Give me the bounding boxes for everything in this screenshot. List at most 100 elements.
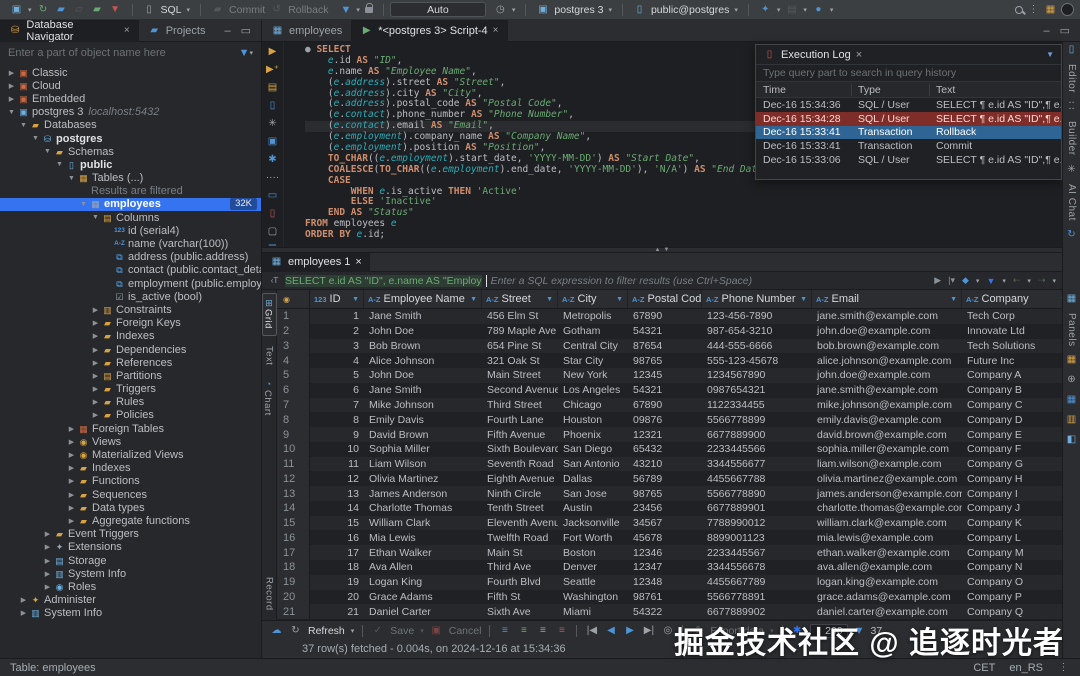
grid-cell[interactable]: alice.johnson@example.com	[812, 353, 962, 368]
grid-cell[interactable]: Eleventh Avenue	[482, 516, 558, 531]
grid-cell[interactable]: david.brown@example.com	[812, 427, 962, 442]
chevron-down-icon[interactable]: ▼	[90, 214, 101, 221]
chevron-right-icon[interactable]: ▶	[90, 346, 101, 354]
chevron-right-icon[interactable]: ▶	[66, 451, 77, 459]
grid-cell[interactable]: 87654	[628, 339, 702, 354]
chevron-right-icon[interactable]: ▶	[66, 504, 77, 512]
chevron-right-icon[interactable]: ▶	[42, 583, 53, 591]
tree-item-foreign-tables[interactable]: ▶▦Foreign Tables	[0, 422, 261, 435]
tree-item-is-active-bool-[interactable]: ☑is_active (bool)	[0, 290, 261, 303]
chevron-right-icon[interactable]: ▶	[90, 372, 101, 380]
grid-cell[interactable]: Third Ave	[482, 560, 558, 575]
sort-chevron-icon[interactable]: ▼	[616, 296, 623, 303]
detach-icon[interactable]: ▱	[73, 4, 86, 16]
grid-cell[interactable]: Company Q	[962, 604, 1062, 619]
grid-cell[interactable]: 654 Pine St	[482, 339, 558, 354]
grid-cell[interactable]: Second Avenue	[482, 383, 558, 398]
grid-cell[interactable]: 1122334455	[702, 398, 812, 413]
code-line[interactable]: ELSE 'Inactive'	[305, 197, 1062, 208]
grid-cell[interactable]: 45678	[628, 530, 702, 545]
grid-cell[interactable]: 67890	[628, 398, 702, 413]
chevron-right-icon[interactable]: ▶	[90, 332, 101, 340]
grid-cell[interactable]: mia.lewis@example.com	[812, 530, 962, 545]
grid-cell[interactable]: Grace Adams	[364, 590, 482, 605]
grid-cell[interactable]: Mia Lewis	[364, 530, 482, 545]
grid-cell[interactable]: 43210	[628, 457, 702, 472]
grid-cell[interactable]: 65432	[628, 442, 702, 457]
chevron-right-icon[interactable]: ▶	[66, 491, 77, 499]
grid-cell[interactable]: Alice Johnson	[364, 353, 482, 368]
tree-item-administer[interactable]: ▶✦Administer	[0, 594, 261, 607]
history-icon[interactable]: ◷	[494, 4, 507, 16]
heatmap-icon[interactable]: ▦	[1065, 394, 1078, 406]
grid-cell[interactable]: 321 Oak St	[482, 353, 558, 368]
chevron-right-icon[interactable]: ▶	[90, 398, 101, 406]
go-to-row-icon[interactable]: ◎	[661, 625, 674, 637]
row-number[interactable]: 2	[277, 324, 310, 339]
select-all-corner[interactable]: ◉	[277, 290, 310, 308]
row-number[interactable]: 7	[277, 398, 310, 413]
log-row[interactable]: Dec-16 15:33:41TransactionRollback	[756, 126, 1061, 140]
grid-cell[interactable]: 3344556677	[702, 457, 812, 472]
save-button[interactable]: Save	[390, 625, 414, 637]
chevron-right-icon[interactable]: ▶	[42, 557, 53, 565]
grid-cell[interactable]: Jane Smith	[364, 383, 482, 398]
grid-cell[interactable]: liam.wilson@example.com	[812, 457, 962, 472]
sort-chevron-icon[interactable]: ▼	[546, 296, 553, 303]
chevron-down-icon[interactable]: ▼	[1046, 50, 1054, 59]
tree-item-partitions[interactable]: ▶▤Partitions	[0, 369, 261, 382]
column-header-employee-name[interactable]: A-ZEmployee Name▼	[364, 290, 482, 308]
chevron-right-icon[interactable]: ▶	[90, 359, 101, 367]
grid-cell[interactable]: 123-456-7890	[702, 309, 812, 324]
sql-console-button[interactable]: SQL	[161, 4, 182, 16]
grid-cell[interactable]: Twelfth Road	[482, 530, 558, 545]
row-number[interactable]: 19	[277, 575, 310, 590]
grid-cell[interactable]: Mike Johnson	[364, 398, 482, 413]
grid-cell[interactable]: Company H	[962, 471, 1062, 486]
grid-cell[interactable]: Company J	[962, 501, 1062, 516]
grid-cell[interactable]: Boston	[558, 545, 628, 560]
refresh-button[interactable]: Refresh	[308, 625, 345, 637]
grid-cell[interactable]: 6	[310, 383, 364, 398]
compare-icon[interactable]: ▯	[270, 100, 276, 111]
run-target-icon[interactable]: ●	[812, 4, 825, 16]
grid-cell[interactable]: Austin	[558, 501, 628, 516]
grid-cell[interactable]: Phoenix	[558, 427, 628, 442]
grid-cell[interactable]: 2233445567	[702, 545, 812, 560]
grid-cell[interactable]: Company L	[962, 530, 1062, 545]
sort-chevron-icon[interactable]: ▼	[800, 296, 807, 303]
chevron-down-icon[interactable]: ▼	[42, 148, 53, 155]
grid-cell[interactable]: Liam Wilson	[364, 457, 482, 472]
row-number[interactable]: 20	[277, 590, 310, 605]
grid-cell[interactable]: 4455667789	[702, 575, 812, 590]
refresh-icon[interactable]: ↻	[289, 625, 302, 637]
grid-cell[interactable]: Eighth Avenue	[482, 471, 558, 486]
grid-cell[interactable]: 12346	[628, 545, 702, 560]
grid-cell[interactable]: Denver	[558, 560, 628, 575]
grid-cell[interactable]: ava.allen@example.com	[812, 560, 962, 575]
grid-cell[interactable]: Company E	[962, 427, 1062, 442]
tree-item-constraints[interactable]: ▶▥Constraints	[0, 303, 261, 316]
grid-cell[interactable]: john.doe@example.com	[812, 324, 962, 339]
column-header-city[interactable]: A-ZCity▼	[558, 290, 628, 308]
grid-cell[interactable]: Company O	[962, 575, 1062, 590]
grid-cell[interactable]: Innovate Ltd	[962, 324, 1062, 339]
row-number[interactable]: 3	[277, 339, 310, 354]
tree-item-public[interactable]: ▼▯public	[0, 158, 261, 171]
row-number[interactable]: 10	[277, 442, 310, 457]
datasource-icon[interactable]: ▣	[10, 4, 23, 16]
grid-cell[interactable]: 4	[310, 353, 364, 368]
row-number[interactable]: 16	[277, 530, 310, 545]
grid-cell[interactable]: 5566778890	[702, 486, 812, 501]
sort-chevron-icon[interactable]: ▼	[352, 296, 359, 303]
grid-cell[interactable]: Future Inc	[962, 353, 1062, 368]
grid-cell[interactable]: 3	[310, 339, 364, 354]
chevron-down-icon[interactable]: ▼	[18, 122, 29, 129]
row-number[interactable]: 17	[277, 545, 310, 560]
insert-row-icon[interactable]: ≡	[517, 625, 530, 637]
grid-cell[interactable]: 7	[310, 398, 364, 413]
grid-cell[interactable]: Fifth Avenue	[482, 427, 558, 442]
next-page-icon[interactable]: ▶	[623, 625, 636, 637]
grid-cell[interactable]: Miami	[558, 604, 628, 619]
grid-cell[interactable]: New York	[558, 368, 628, 383]
